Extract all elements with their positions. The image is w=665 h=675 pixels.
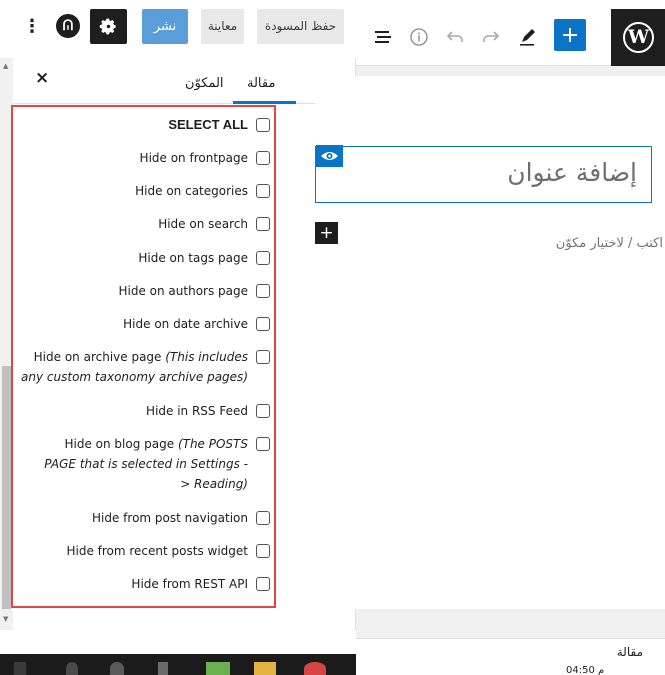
option-hide-authors[interactable]: Hide on authors page <box>15 281 270 301</box>
option-hide-rest-api[interactable]: Hide from REST API <box>15 574 270 594</box>
folder-icon[interactable] <box>254 662 276 675</box>
option-label-main: Hide on blog page <box>64 437 175 451</box>
option-hide-blog-page[interactable]: Hide on blog page (The POSTS PAGE that i… <box>15 434 270 494</box>
option-select-all[interactable]: SELECT ALL <box>15 115 270 135</box>
option-hide-date-archive[interactable]: Hide on date archive <box>15 314 270 334</box>
preview-button[interactable]: معاينة <box>201 9 244 44</box>
option-checkbox[interactable] <box>256 184 270 198</box>
editor-canvas: إضافة عنوان + اكتب / لاختيار مكوّن <box>315 66 665 638</box>
wordpress-icon: W <box>623 22 654 53</box>
tab-post[interactable]: مقالة <box>233 58 296 104</box>
browser-icon[interactable] <box>304 662 326 675</box>
task-view-icon[interactable] <box>158 662 168 675</box>
option-checkbox[interactable] <box>256 151 270 165</box>
option-checkbox[interactable] <box>256 251 270 265</box>
plugin-logo-icon[interactable]: ᕬ <box>56 14 80 38</box>
windows-icon[interactable] <box>14 662 26 675</box>
sidebar-tabs: × المكوّن مقالة <box>13 58 355 104</box>
settings-sidebar: ▲ ▼ × المكوّن مقالة SELECT ALL Hide on f… <box>0 58 356 630</box>
option-checkbox[interactable] <box>256 118 270 132</box>
taskbar-tray: 04:50 م <box>356 662 665 675</box>
option-label: Hide on categories <box>135 184 248 198</box>
option-label: Hide on date archive <box>123 317 248 331</box>
option-checkbox[interactable] <box>256 350 270 364</box>
post-title-field[interactable]: إضافة عنوان <box>315 145 652 203</box>
breadcrumb[interactable]: مقالة <box>617 645 643 659</box>
add-block-button[interactable]: + <box>315 222 338 244</box>
publish-button[interactable]: نشر <box>142 9 188 44</box>
option-checkbox[interactable] <box>256 217 270 231</box>
wordpress-logo[interactable]: W <box>611 9 665 66</box>
eye-icon[interactable] <box>316 145 343 167</box>
option-checkbox[interactable] <box>256 577 270 591</box>
option-hide-categories[interactable]: Hide on categories <box>15 181 270 201</box>
gear-icon <box>99 18 116 35</box>
option-checkbox[interactable] <box>256 511 270 525</box>
block-placeholder[interactable]: اكتب / لاختيار مكوّن <box>556 236 663 251</box>
option-checkbox[interactable] <box>256 284 270 298</box>
editor-footer: مقالة <box>356 638 665 662</box>
visibility-options-panel: SELECT ALL Hide on frontpage Hide on cat… <box>11 105 276 608</box>
option-checkbox[interactable] <box>256 544 270 558</box>
list-view-icon[interactable] <box>372 26 394 48</box>
option-checkbox[interactable] <box>256 437 270 451</box>
option-hide-rss[interactable]: Hide in RSS Feed <box>15 401 270 421</box>
editor-header: ⋮ ᕬ نشر معاينة حفظ المسودة W <box>0 0 665 66</box>
option-checkbox[interactable] <box>256 404 270 418</box>
option-label-main: Hide on archive page <box>33 350 162 364</box>
option-hide-archive[interactable]: Hide on archive page (This includes any … <box>15 347 270 387</box>
option-label: Hide on search <box>158 217 248 231</box>
more-options-icon[interactable]: ⋮ <box>22 13 42 41</box>
editor-page: إضافة عنوان + اكتب / لاختيار مكوّن <box>315 76 665 609</box>
save-draft-button[interactable]: حفظ المسودة <box>257 9 344 44</box>
option-label: Hide on authors page <box>118 284 248 298</box>
option-label: Hide on blog page (The POSTS PAGE that i… <box>38 434 248 494</box>
option-label: Hide from post navigation <box>92 511 248 525</box>
info-icon[interactable] <box>408 26 432 50</box>
clock: 04:50 م <box>566 665 605 675</box>
cortana-icon[interactable] <box>110 662 124 675</box>
option-label: Hide on frontpage <box>139 151 248 165</box>
undo-icon[interactable] <box>444 26 468 50</box>
scroll-up-icon[interactable]: ▲ <box>3 62 8 70</box>
tab-post-label: مقالة <box>247 76 276 91</box>
option-hide-recent-posts[interactable]: Hide from recent posts widget <box>15 541 270 561</box>
tab-block[interactable]: المكوّن <box>185 76 224 91</box>
scroll-down-icon[interactable]: ▼ <box>3 615 8 623</box>
close-icon[interactable]: × <box>35 68 49 88</box>
redo-icon[interactable] <box>480 26 504 50</box>
option-hide-frontpage[interactable]: Hide on frontpage <box>15 148 270 168</box>
option-label: Hide on tags page <box>138 251 248 265</box>
app-green-icon[interactable] <box>206 662 230 675</box>
option-label: Hide from REST API <box>131 577 248 591</box>
option-label: SELECT ALL <box>168 117 248 132</box>
option-label: Hide from recent posts widget <box>66 544 248 558</box>
option-hide-post-navigation[interactable]: Hide from post navigation <box>15 508 270 528</box>
settings-button[interactable] <box>90 9 127 44</box>
plus-icon <box>563 28 577 42</box>
os-taskbar <box>0 654 356 675</box>
option-hide-search[interactable]: Hide on search <box>15 214 270 234</box>
search-icon[interactable] <box>66 662 78 675</box>
option-label: Hide on archive page (This includes any … <box>15 347 248 387</box>
option-hide-tags[interactable]: Hide on tags page <box>15 248 270 268</box>
pencil-icon[interactable] <box>517 25 539 47</box>
option-label: Hide in RSS Feed <box>146 404 248 418</box>
scrollbar-thumb[interactable] <box>2 366 11 609</box>
post-title-placeholder: إضافة عنوان <box>507 158 637 187</box>
block-inserter-button[interactable] <box>554 19 586 51</box>
option-checkbox[interactable] <box>256 317 270 331</box>
sidebar-footer <box>0 630 356 654</box>
